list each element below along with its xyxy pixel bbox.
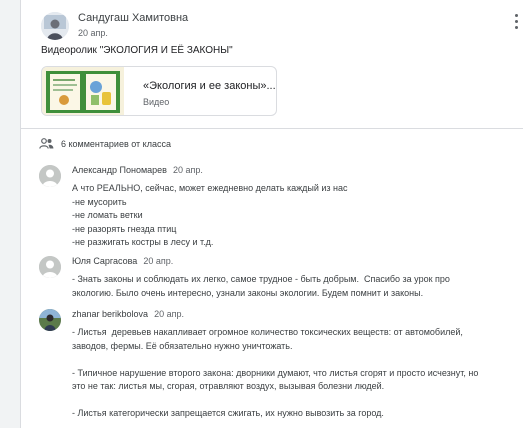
- class-comments-header[interactable]: 6 комментариев от класса: [39, 138, 171, 149]
- stream-post-card: Сандугаш Хамитовна 20 апр. Видеоролик "Э…: [20, 0, 523, 428]
- commenter-photo: [39, 309, 61, 331]
- comment-text: - Знать законы и соблюдать их легко, сам…: [72, 274, 450, 298]
- comment-author[interactable]: Юля Саргасова: [72, 256, 137, 266]
- post-date: 20 апр.: [78, 28, 108, 38]
- default-avatar-icon: [39, 165, 61, 187]
- comment-author[interactable]: Александр Пономарев: [72, 165, 167, 175]
- comment-text: А что РЕАЛЬНО, сейчас, может ежедневно д…: [72, 183, 348, 247]
- video-type-label: Видео: [143, 97, 170, 107]
- video-attachment[interactable]: «Экология и ее законы».... Видео: [41, 66, 277, 116]
- people-icon: [39, 138, 54, 149]
- video-title: «Экология и ее законы»....: [143, 80, 277, 92]
- author-avatar-image: [41, 12, 69, 40]
- comment-date: 20 апр.: [154, 309, 184, 319]
- comment-text: - Листья деревьев накапливает огромное к…: [72, 327, 479, 418]
- commenter-avatar[interactable]: [39, 165, 61, 187]
- comment-date: 20 апр.: [172, 165, 203, 175]
- class-comments-label: 6 комментариев от класса: [61, 138, 171, 149]
- post-text: Видеоролик "ЭКОЛОГИЯ И ЕЁ ЗАКОНЫ": [41, 45, 233, 56]
- author-avatar[interactable]: [41, 12, 69, 40]
- post-author-name[interactable]: Сандугаш Хамитовна: [78, 12, 188, 24]
- comment-date: 20 апр.: [143, 256, 174, 266]
- video-thumbnail: [42, 67, 124, 115]
- more-options-icon[interactable]: [515, 14, 521, 29]
- divider: [21, 128, 523, 129]
- comment-author[interactable]: zhanar berikbolova: [72, 309, 148, 319]
- default-avatar-icon: [39, 256, 61, 278]
- commenter-avatar[interactable]: [39, 256, 61, 278]
- commenter-avatar[interactable]: [39, 309, 61, 331]
